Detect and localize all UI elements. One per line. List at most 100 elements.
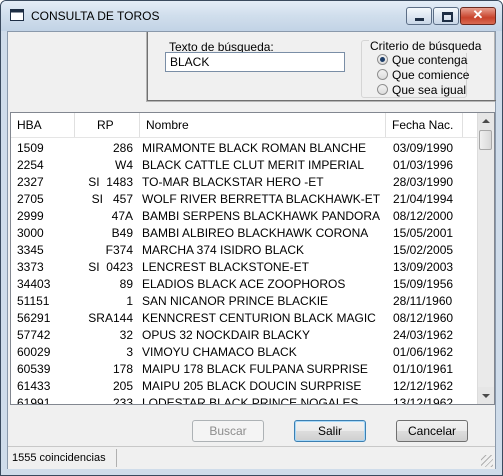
cell-nombre: MAIPU 178 BLACK FULPANA SURPRISE	[142, 362, 368, 376]
window-title: CONSULTA DE TOROS	[31, 9, 160, 23]
cell-rp: 32	[119, 328, 133, 342]
cell-hba: 3373	[17, 260, 44, 274]
table-row[interactable]: 1509 286 MIRAMONTE BLACK ROMAN BLANCHE 03/0…	[11, 139, 481, 156]
close-icon: ✕	[472, 7, 484, 22]
table-row[interactable]: 56291 SRA144 KENNCREST CENTURION BLACK MAG…	[11, 309, 481, 326]
title-bar[interactable]: CONSULTA DE TOROS ✕	[1, 1, 502, 31]
table-row[interactable]: 61433 205 MAIPU 205 BLACK DOUCIN SURPRISE 1…	[11, 377, 481, 394]
table-row[interactable]: 60029 3 VIMOYU CHAMACO BLACK 01/06/1962	[11, 343, 481, 360]
resize-grip-icon[interactable]	[481, 455, 493, 467]
cell-hba: 1509	[17, 141, 44, 155]
vertical-scrollbar[interactable]	[477, 113, 494, 404]
cell-rp: 286	[112, 141, 133, 155]
cell-hba: 51151	[17, 294, 50, 308]
table-row[interactable]: 2254 W4 BLACK CATTLE CLUT MERIT IMPERIAL 01…	[11, 156, 481, 173]
table-row[interactable]: 57742 32 OPUS 32 NOCKDAIR BLACKY 24/03/1962	[11, 326, 481, 343]
cell-nombre: BLACK CATTLE CLUT MERIT IMPERIAL	[142, 158, 365, 172]
radio-unselected-icon[interactable]	[377, 69, 388, 80]
cell-rp: 89	[119, 277, 133, 291]
list-header: HBA RP Nombre Fecha Nac.	[11, 113, 481, 138]
cell-fecha: 28/03/1990	[393, 175, 454, 189]
column-header-fecha[interactable]: Fecha Nac.	[386, 113, 462, 137]
cell-fecha: 24/03/1962	[393, 328, 454, 342]
results-list[interactable]: HBA RP Nombre Fecha Nac. 1509 286 MIRAMONT…	[10, 112, 495, 405]
cell-nombre: WOLF RIVER BERRETTA BLACKHAWK-ET	[142, 192, 381, 206]
cell-nombre: MARCHA 374 ISIDRO BLACK	[142, 243, 305, 257]
radio-label: Que comience	[392, 68, 470, 82]
cell-rp: 233	[112, 396, 133, 405]
cell-nombre: LENCREST BLACKSTONE-ET	[142, 260, 309, 274]
table-row[interactable]: 3373 SI 0423 LENCREST BLACKSTONE-ET 13/09/2…	[11, 258, 481, 275]
cell-rp: W4	[115, 158, 133, 172]
cell-hba: 2705	[17, 192, 44, 206]
status-bar: 1555 coincidencias	[8, 446, 495, 469]
salir-button[interactable]: Salir	[294, 420, 366, 442]
cell-fecha: 12/12/1962	[393, 379, 454, 393]
cell-rp: 205	[112, 379, 133, 393]
cell-nombre: BAMBI SERPENS BLACKHAWK PANDORA	[142, 209, 381, 223]
cell-hba: 61433	[17, 379, 51, 393]
scrollbar-thumb[interactable]	[479, 130, 492, 150]
table-row[interactable]: 34403 89 ELADIOS BLACK ACE ZOOPHOROS 15/09/…	[11, 275, 481, 292]
status-divider	[116, 449, 117, 467]
cell-fecha: 01/03/1996	[393, 158, 454, 172]
cell-hba: 60539	[17, 362, 51, 376]
match-count: 1555 coincidencias	[12, 452, 106, 464]
cancelar-button[interactable]: Cancelar	[396, 420, 468, 442]
table-row[interactable]: 2327 SI 1483 TO-MAR BLACKSTAR HERO -ET 28/0…	[11, 173, 481, 190]
cell-rp: F374	[105, 243, 133, 257]
search-input[interactable]	[165, 52, 345, 72]
cell-nombre: ELADIOS BLACK ACE ZOOPHOROS	[142, 277, 346, 291]
cell-fecha: 08/12/2000	[393, 209, 454, 223]
app-window-icon	[10, 9, 24, 21]
cell-nombre: MIRAMONTE BLACK ROMAN BLANCHE	[142, 141, 367, 155]
cell-rp: SRA144	[88, 311, 133, 325]
search-panel: Texto de búsqueda: Criterio de búsqueda …	[146, 32, 496, 102]
table-row[interactable]: 2705 SI 457 WOLF RIVER BERRETTA BLACKHAWK-…	[11, 190, 481, 207]
cell-nombre: TO-MAR BLACKSTAR HERO -ET	[142, 175, 324, 189]
buscar-button[interactable]: Buscar	[192, 420, 264, 442]
close-button[interactable]: ✕	[460, 7, 496, 25]
minimize-button[interactable]	[406, 7, 432, 25]
cell-nombre: MAIPU 205 BLACK DOUCIN SURPRISE	[142, 379, 362, 393]
table-row[interactable]: 3345 F374 MARCHA 374 ISIDRO BLACK 15/02/200…	[11, 241, 481, 258]
table-row[interactable]: 60539 178 MAIPU 178 BLACK FULPANA SURPRISE…	[11, 360, 481, 377]
table-row[interactable]: 61991 233 LODESTAR BLACK PRINCE NOGALES 13/…	[11, 394, 481, 405]
cell-rp: SI 0423	[88, 260, 133, 274]
cell-fecha: 15/02/2005	[393, 243, 454, 257]
table-row[interactable]: 3000 B49 BAMBI ALBIREO BLACKHAWK CORONA 15/…	[11, 224, 481, 241]
radio-unselected-icon[interactable]	[377, 84, 388, 95]
cell-nombre: KENNCREST CENTURION BLACK MAGIC	[142, 311, 376, 325]
column-header-rp[interactable]: RP	[75, 113, 139, 137]
window: CONSULTA DE TOROS ✕ Texto de búsqueda: C…	[0, 0, 503, 476]
cell-hba: 34403	[17, 277, 51, 291]
cell-rp: 3	[126, 345, 133, 359]
table-row[interactable]: 51151 1 SAN NICANOR PRINCE BLACKIE 28/11/19…	[11, 292, 481, 309]
cell-rp: 178	[112, 362, 133, 376]
radio-label: Que contenga	[392, 53, 468, 67]
cell-nombre: SAN NICANOR PRINCE BLACKIE	[142, 294, 329, 308]
cell-fecha: 13/12/1962	[393, 396, 454, 405]
cell-rp: 1	[126, 294, 133, 308]
cell-hba: 2254	[17, 158, 44, 172]
column-header-nombre[interactable]: Nombre	[140, 113, 385, 137]
radio-selected-icon[interactable]	[377, 54, 388, 65]
cell-hba: 56291	[17, 311, 51, 325]
column-divider[interactable]	[462, 113, 463, 137]
radio-label: Que sea igual	[392, 83, 467, 97]
column-header-hba[interactable]: HBA	[11, 113, 74, 137]
cell-nombre: LODESTAR BLACK PRINCE NOGALES	[142, 396, 359, 405]
scroll-up-arrow-icon[interactable]	[478, 113, 494, 130]
cell-fecha: 21/04/1994	[393, 192, 454, 206]
cell-hba: 57742	[17, 328, 51, 342]
scroll-down-arrow-icon[interactable]	[478, 387, 494, 404]
maximize-button[interactable]	[433, 7, 459, 25]
cell-nombre: VIMOYU CHAMACO BLACK	[142, 345, 297, 359]
table-row[interactable]: 2999 47A BAMBI SERPENS BLACKHAWK PANDORA 08…	[11, 207, 481, 224]
cell-fecha: 03/09/1990	[393, 141, 454, 155]
client-area: Texto de búsqueda: Criterio de búsqueda …	[7, 31, 496, 469]
cell-fecha: 13/09/2003	[393, 260, 454, 274]
cell-rp: SI 1483	[88, 175, 133, 189]
cell-fecha: 15/09/1956	[393, 277, 454, 291]
cell-nombre: OPUS 32 NOCKDAIR BLACKY	[142, 328, 311, 342]
